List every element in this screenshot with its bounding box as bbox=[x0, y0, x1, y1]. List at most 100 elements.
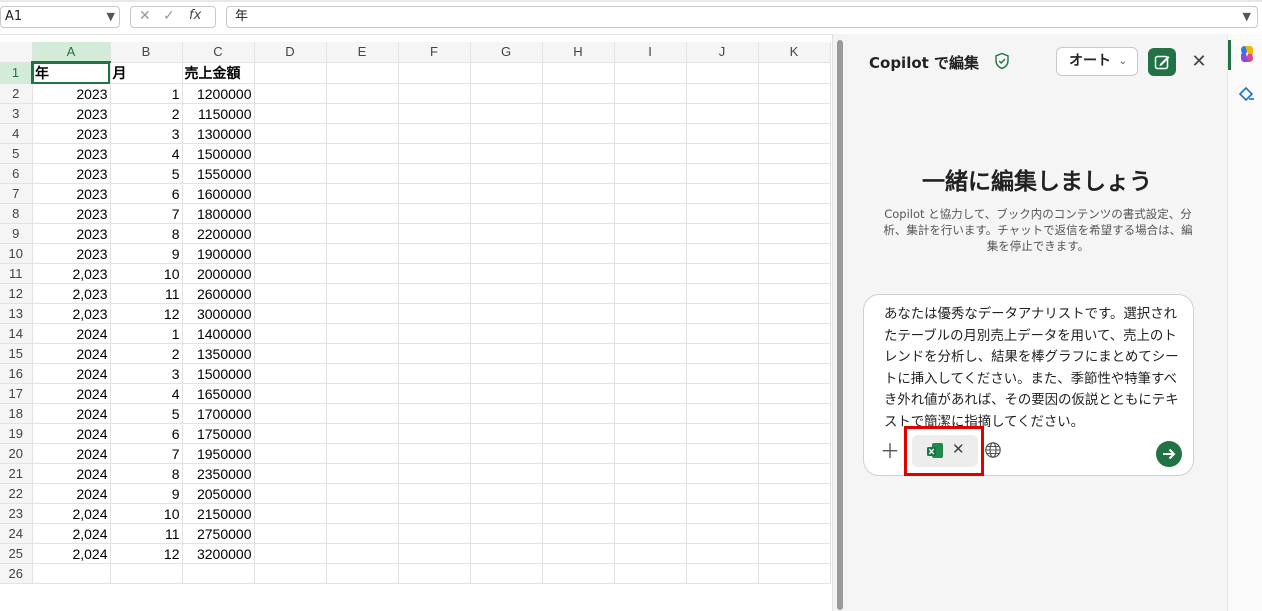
cell-a4[interactable]: 2023 bbox=[32, 123, 111, 144]
cell-c12[interactable]: 2600000 bbox=[182, 283, 255, 304]
copilot-icon[interactable] bbox=[1237, 44, 1257, 64]
cell-e10[interactable] bbox=[326, 243, 399, 264]
row-header[interactable]: 24 bbox=[0, 523, 33, 544]
cell-a7[interactable]: 2023 bbox=[32, 183, 111, 204]
cell-c2[interactable]: 1200000 bbox=[182, 83, 255, 104]
cell-h25[interactable] bbox=[542, 543, 615, 564]
cell-h7[interactable] bbox=[542, 183, 615, 204]
cell-d17[interactable] bbox=[254, 383, 327, 404]
cell-i9[interactable] bbox=[614, 223, 687, 244]
cell-k2[interactable] bbox=[758, 83, 831, 104]
row-header[interactable]: 20 bbox=[0, 443, 33, 464]
cell-k7[interactable] bbox=[758, 183, 831, 204]
cell-d18[interactable] bbox=[254, 403, 327, 424]
cell-i25[interactable] bbox=[614, 543, 687, 564]
cell-h14[interactable] bbox=[542, 323, 615, 344]
cell-d23[interactable] bbox=[254, 503, 327, 524]
cell-e7[interactable] bbox=[326, 183, 399, 204]
cell-a10[interactable]: 2023 bbox=[32, 243, 111, 264]
cell-c21[interactable]: 2350000 bbox=[182, 463, 255, 484]
cell-d22[interactable] bbox=[254, 483, 327, 504]
cell-e8[interactable] bbox=[326, 203, 399, 224]
cell-e5[interactable] bbox=[326, 143, 399, 164]
cell-g7[interactable] bbox=[470, 183, 543, 204]
cell-g15[interactable] bbox=[470, 343, 543, 364]
cell-f9[interactable] bbox=[398, 223, 471, 244]
cell-a19[interactable]: 2024 bbox=[32, 423, 111, 444]
cell-j15[interactable] bbox=[686, 343, 759, 364]
cell-h17[interactable] bbox=[542, 383, 615, 404]
cell-j13[interactable] bbox=[686, 303, 759, 324]
row-header[interactable]: 10 bbox=[0, 243, 33, 264]
cell-c19[interactable]: 1750000 bbox=[182, 423, 255, 444]
vertical-scrollbar[interactable] bbox=[832, 34, 847, 611]
cell-g25[interactable] bbox=[470, 543, 543, 564]
cell-h23[interactable] bbox=[542, 503, 615, 524]
cell-g22[interactable] bbox=[470, 483, 543, 504]
cell-j6[interactable] bbox=[686, 163, 759, 184]
scrollbar-thumb[interactable] bbox=[837, 40, 843, 610]
cell-e17[interactable] bbox=[326, 383, 399, 404]
cell-e25[interactable] bbox=[326, 543, 399, 564]
cell-d10[interactable] bbox=[254, 243, 327, 264]
cell-b7[interactable]: 6 bbox=[110, 183, 183, 204]
cell-j23[interactable] bbox=[686, 503, 759, 524]
cell-c17[interactable]: 1650000 bbox=[182, 383, 255, 404]
cell-f2[interactable] bbox=[398, 83, 471, 104]
cell-a14[interactable]: 2024 bbox=[32, 323, 111, 344]
cell-e19[interactable] bbox=[326, 423, 399, 444]
cell-d5[interactable] bbox=[254, 143, 327, 164]
cell-b11[interactable]: 10 bbox=[110, 263, 183, 284]
chevron-down-icon[interactable]: ▼ bbox=[1243, 7, 1251, 27]
row-header[interactable]: 12 bbox=[0, 283, 33, 304]
cell-g6[interactable] bbox=[470, 163, 543, 184]
cell-i20[interactable] bbox=[614, 443, 687, 464]
cell-d4[interactable] bbox=[254, 123, 327, 144]
cell-i23[interactable] bbox=[614, 503, 687, 524]
cell-f8[interactable] bbox=[398, 203, 471, 224]
cell-h6[interactable] bbox=[542, 163, 615, 184]
cell-h18[interactable] bbox=[542, 403, 615, 424]
cell-f17[interactable] bbox=[398, 383, 471, 404]
cell-d11[interactable] bbox=[254, 263, 327, 284]
cell-b22[interactable]: 9 bbox=[110, 483, 183, 504]
cell-a8[interactable]: 2023 bbox=[32, 203, 111, 224]
cell-k17[interactable] bbox=[758, 383, 831, 404]
cell-k24[interactable] bbox=[758, 523, 831, 544]
cell-c1[interactable]: 売上金額 bbox=[182, 62, 255, 84]
cell-a25[interactable]: 2,024 bbox=[32, 543, 111, 564]
cell-c6[interactable]: 1550000 bbox=[182, 163, 255, 184]
cell-f1[interactable] bbox=[398, 62, 471, 84]
cell-i10[interactable] bbox=[614, 243, 687, 264]
cell-f3[interactable] bbox=[398, 103, 471, 124]
prompt-text[interactable]: あなたは優秀なデータアナリストです。選択されたテーブルの月別売上データを用いて、… bbox=[884, 304, 1180, 433]
cell-d19[interactable] bbox=[254, 423, 327, 444]
row-header[interactable]: 21 bbox=[0, 463, 33, 484]
cell-b19[interactable]: 6 bbox=[110, 423, 183, 444]
cell-d7[interactable] bbox=[254, 183, 327, 204]
cell-i18[interactable] bbox=[614, 403, 687, 424]
cell-j7[interactable] bbox=[686, 183, 759, 204]
cell-e23[interactable] bbox=[326, 503, 399, 524]
cell-k6[interactable] bbox=[758, 163, 831, 184]
cell-k3[interactable] bbox=[758, 103, 831, 124]
cell-h5[interactable] bbox=[542, 143, 615, 164]
cell-b2[interactable]: 1 bbox=[110, 83, 183, 104]
cell-g4[interactable] bbox=[470, 123, 543, 144]
cell-g21[interactable] bbox=[470, 463, 543, 484]
cell-j19[interactable] bbox=[686, 423, 759, 444]
row-header[interactable]: 18 bbox=[0, 403, 33, 424]
cell-g13[interactable] bbox=[470, 303, 543, 324]
cell-g26[interactable] bbox=[470, 563, 543, 584]
row-header[interactable]: 15 bbox=[0, 343, 33, 364]
select-all-corner[interactable] bbox=[0, 42, 33, 63]
cell-c20[interactable]: 1950000 bbox=[182, 443, 255, 464]
cell-f12[interactable] bbox=[398, 283, 471, 304]
cell-k21[interactable] bbox=[758, 463, 831, 484]
cell-h20[interactable] bbox=[542, 443, 615, 464]
cell-e6[interactable] bbox=[326, 163, 399, 184]
cell-d21[interactable] bbox=[254, 463, 327, 484]
column-header-e[interactable]: E bbox=[326, 42, 399, 63]
cell-k1[interactable] bbox=[758, 62, 831, 84]
cell-b9[interactable]: 8 bbox=[110, 223, 183, 244]
